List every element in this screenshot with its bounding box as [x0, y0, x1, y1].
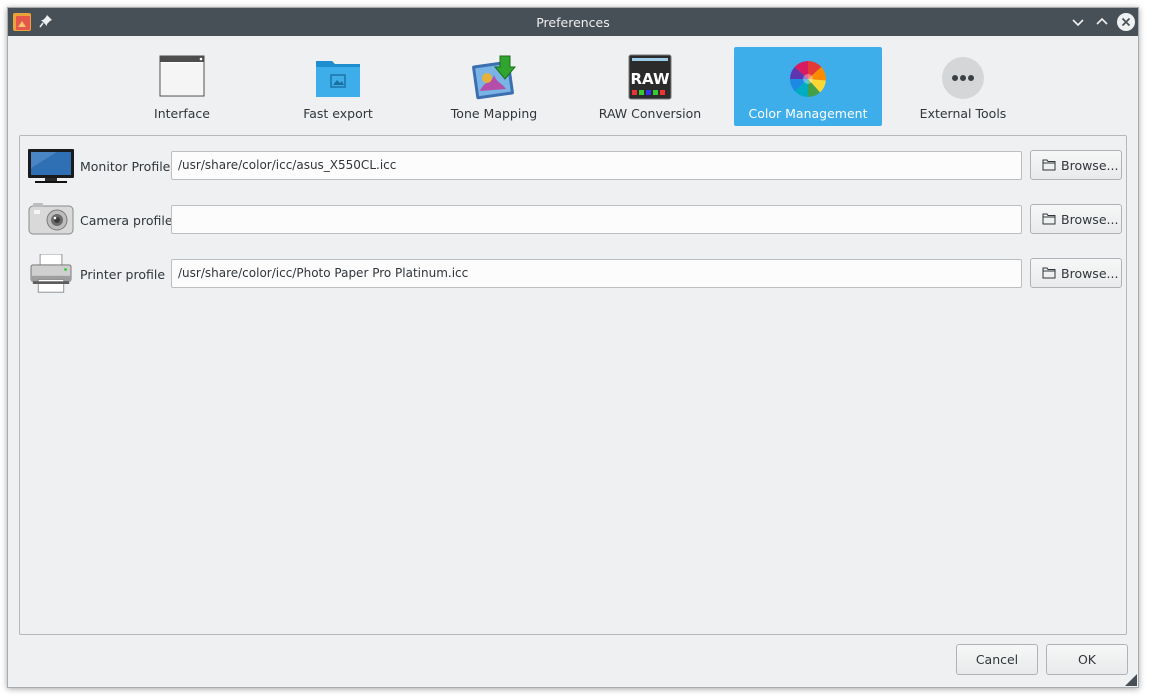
raw-icon: RAW	[628, 54, 672, 100]
folder-icon	[1042, 159, 1056, 171]
raw-icon-text: RAW	[630, 70, 669, 88]
camera-profile-label: Camera profile	[80, 213, 173, 228]
camera-browse-button[interactable]: Browse...	[1030, 204, 1122, 234]
preferences-dialog: Preferences Interface Fast export Tone M…	[7, 7, 1139, 688]
tab-label: Interface	[154, 106, 210, 121]
more-dots-icon	[942, 57, 984, 99]
printer-profile-input[interactable]: /usr/share/color/icc/Photo Paper Pro Pla…	[171, 259, 1022, 288]
tone-mapping-icon	[472, 55, 517, 100]
tab-label: Color Management	[748, 106, 868, 121]
tab-external-tools[interactable]: External Tools	[889, 47, 1037, 126]
browse-label: Browse...	[1061, 212, 1119, 227]
browse-label: Browse...	[1061, 266, 1119, 281]
tab-tone-mapping[interactable]: Tone Mapping	[420, 47, 568, 126]
tab-color-management[interactable]: Color Management	[734, 47, 882, 126]
window-title: Preferences	[536, 15, 610, 30]
tab-label: RAW Conversion	[598, 106, 702, 121]
close-button[interactable]	[1117, 13, 1135, 31]
printer-profile-label: Printer profile	[80, 267, 166, 282]
tab-interface[interactable]: Interface	[108, 47, 256, 126]
browse-label: Browse...	[1061, 158, 1119, 173]
window-icon	[159, 55, 205, 97]
monitor-profile-row: Monitor Profile /usr/share/color/icc/asu…	[20, 146, 1126, 186]
maximize-button[interactable]	[1093, 13, 1111, 31]
camera-icon	[28, 203, 74, 235]
color-management-panel: Monitor Profile /usr/share/color/icc/asu…	[19, 135, 1127, 635]
folder-image-icon	[316, 61, 360, 97]
folder-icon	[1042, 213, 1056, 225]
minimize-button[interactable]	[1069, 13, 1087, 31]
resize-grip-icon[interactable]	[1125, 674, 1137, 686]
ok-button[interactable]: OK	[1046, 644, 1128, 675]
printer-browse-button[interactable]: Browse...	[1030, 258, 1122, 288]
camera-profile-input[interactable]	[171, 205, 1022, 234]
tab-label: Fast export	[303, 106, 373, 121]
monitor-browse-button[interactable]: Browse...	[1030, 150, 1122, 180]
monitor-profile-label: Monitor Profile	[80, 159, 171, 174]
monitor-profile-input[interactable]: /usr/share/color/icc/asus_X550CL.icc	[171, 151, 1022, 180]
camera-profile-row: Camera profile Browse...	[20, 200, 1126, 240]
printer-icon	[30, 254, 72, 293]
tab-label: External Tools	[919, 106, 1007, 121]
tab-fast-export[interactable]: Fast export	[264, 47, 412, 126]
cancel-button[interactable]: Cancel	[956, 644, 1038, 675]
tab-raw-conversion[interactable]: RAW RAW Conversion	[576, 47, 724, 126]
printer-profile-row: Printer profile /usr/share/color/icc/Pho…	[20, 254, 1126, 294]
folder-icon	[1042, 267, 1056, 279]
title-bar[interactable]: Preferences	[8, 8, 1138, 36]
page-selector: Interface Fast export Tone Mapping RAW R…	[8, 36, 1138, 136]
monitor-icon	[28, 149, 74, 183]
color-wheel-icon	[790, 61, 826, 97]
tab-label: Tone Mapping	[450, 106, 538, 121]
